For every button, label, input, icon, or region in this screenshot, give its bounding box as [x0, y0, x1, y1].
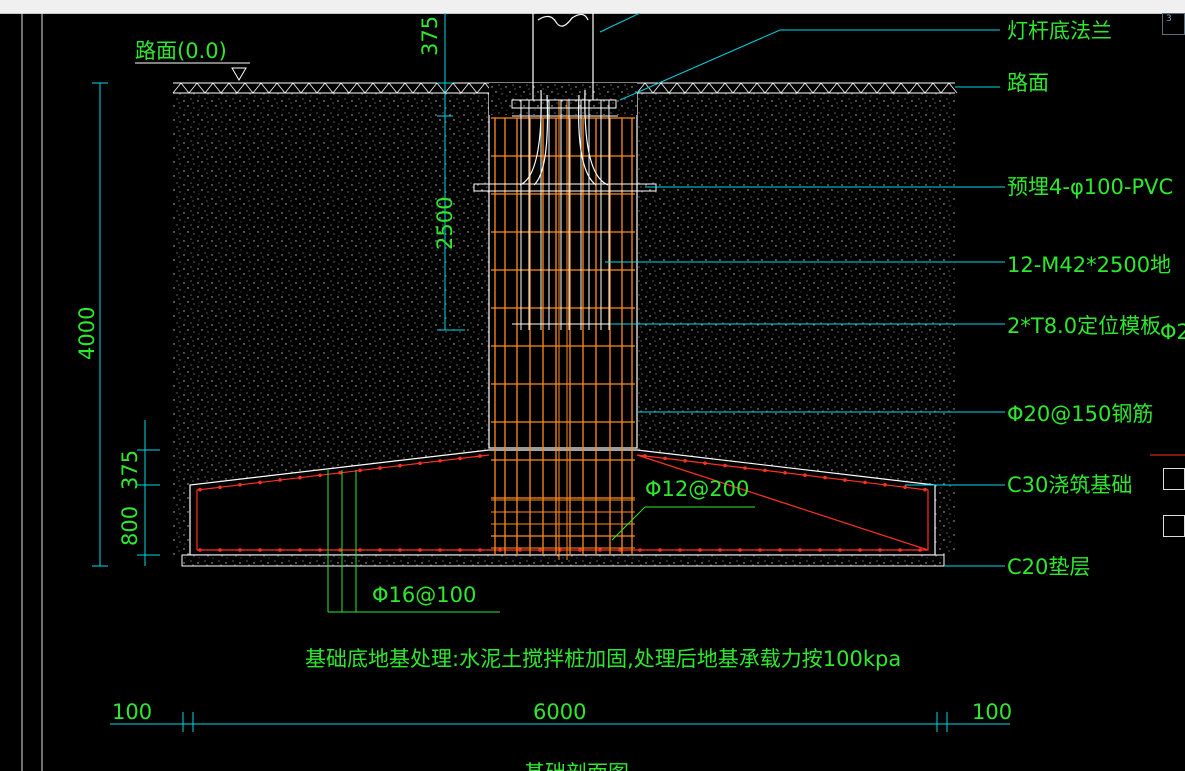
template-cut-label: Φ2 [1160, 320, 1185, 344]
dim-100-left: 100 [112, 700, 152, 724]
dim-2500: 2500 [433, 197, 457, 250]
anchor-bolt-label: 12-M42*2500地 [1007, 253, 1171, 277]
legend-box-1[interactable] [1163, 468, 1185, 490]
section-title: 基础剖面图 [524, 761, 629, 771]
legend-box-2[interactable] [1163, 515, 1185, 537]
road-surface-label: 路面 [1007, 71, 1049, 95]
road-level-label: 路面(0.0) [135, 39, 227, 63]
c30-label: C30浇筑基础 [1007, 473, 1132, 497]
cushion-layer [181, 554, 945, 567]
flange-label: 灯杆底法兰 [1007, 19, 1112, 43]
cad-drawing-canvas[interactable]: 路面(0.0) 灯杆底法兰 路面 预埋4-φ100-PVC 12-M42*250… [0, 13, 1185, 771]
viewcube-icon[interactable]: 3 [1162, 13, 1185, 35]
dim-6000: 6000 [533, 700, 586, 724]
dim-800: 800 [118, 506, 142, 546]
pedestal-top-fill [489, 83, 637, 115]
template-label: 2*T8.0定位模板 [1007, 314, 1161, 338]
dim-100-right: 100 [972, 700, 1012, 724]
rebar-150-label: Φ20@150钢筋 [1007, 402, 1153, 426]
window-top-bar [0, 0, 1185, 14]
ground-treatment-note: 基础底地基处理:水泥土搅拌桩加固,处理后地基承载力按100kpa [305, 647, 901, 671]
dim-375-low: 375 [118, 450, 142, 490]
rebar-100-label: Φ16@100 [372, 583, 476, 607]
dim-375-top: 375 [418, 16, 442, 56]
elevation-marker-icon [231, 67, 247, 81]
rebar-200-label: Φ12@200 [645, 477, 749, 501]
dim-4000: 4000 [75, 307, 99, 360]
c20-label: C20垫层 [1007, 555, 1090, 579]
pvc-label: 预埋4-φ100-PVC [1007, 175, 1173, 199]
